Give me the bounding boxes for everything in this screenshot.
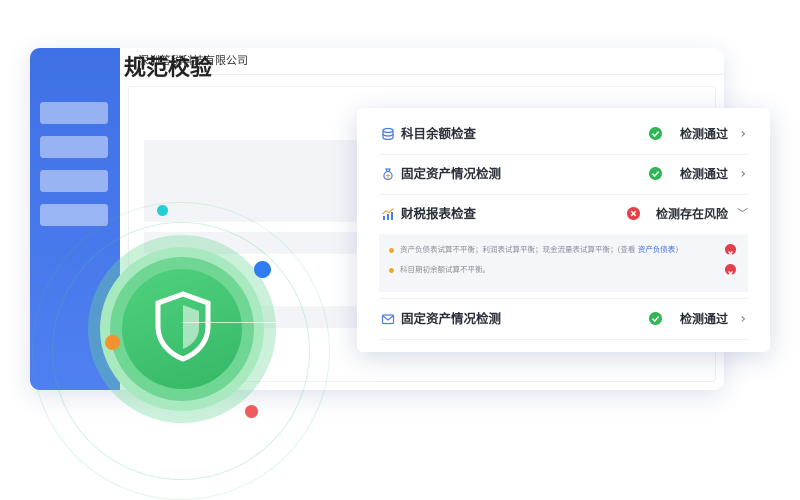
chevron-right-icon[interactable]: › [740, 299, 746, 339]
sidebar-item[interactable] [40, 204, 108, 226]
risk-detail-suffix: ) [675, 245, 679, 254]
check-status: 检测存在风险 [655, 207, 728, 221]
asset-bag-icon [383, 168, 393, 181]
page-title: 规范校验 [124, 56, 213, 81]
check-status: 检测通过 [679, 167, 728, 181]
check-status: 检测通过 [679, 312, 728, 326]
check-label: 固定资产情况检测 [401, 311, 502, 326]
check-pass-icon [649, 167, 662, 180]
envelope-icon [381, 314, 395, 325]
check-label: 固定资产情况检测 [401, 166, 502, 181]
close-icon[interactable] [725, 264, 736, 276]
check-row-balance[interactable]: 科目余额检查 检测通过 › [379, 114, 748, 155]
risk-detail-text: 科目期初余额试算不平衡。 [400, 265, 490, 274]
check-pass-icon [649, 312, 662, 325]
check-pass-icon [649, 127, 662, 140]
decor-dot [254, 261, 271, 278]
close-icon[interactable] [725, 244, 736, 256]
database-icon [382, 127, 394, 141]
balance-sheet-link[interactable]: 资产负债表 [638, 245, 676, 254]
chevron-down-icon[interactable]: ﹀ [737, 194, 748, 234]
risk-detail-line: 科目期初余额试算不平衡。 [389, 264, 490, 275]
bullet-icon [389, 247, 394, 253]
risk-detail-line: 资产负债表试算不平衡；利润表试算平衡；现金流量表试算平衡；(查看 资产负债表) [389, 244, 678, 255]
check-row-financial-reports[interactable]: 财税报表检查 检测存在风险 ﹀ [379, 194, 748, 234]
sidebar-item[interactable] [40, 102, 108, 124]
decor-dot [105, 335, 120, 350]
shield-icon [155, 291, 211, 362]
check-row-fixed-assets[interactable]: 固定资产情况检测 检测通过 › [379, 154, 748, 195]
bullet-icon [389, 267, 394, 273]
risk-details: 资产负债表试算不平衡；利润表试算平衡；现金流量表试算平衡；(查看 资产负债表) … [379, 234, 748, 292]
check-label: 财税报表检查 [401, 206, 477, 221]
check-risk-icon [627, 207, 640, 220]
chevron-right-icon[interactable]: › [740, 114, 746, 154]
check-results-panel: 科目余额检查 检测通过 › 固定资产情况检测 检测通过 › 财税报表检查 检测存… [357, 108, 770, 352]
check-status: 检测通过 [679, 127, 728, 141]
decor-dot [245, 405, 258, 418]
sidebar-item[interactable] [40, 136, 108, 158]
risk-detail-text: 资产负债表试算不平衡；利润表试算平衡；现金流量表试算平衡；(查看 [400, 245, 638, 254]
sidebar-item[interactable] [40, 170, 108, 192]
decor-dot [157, 205, 168, 216]
chart-icon [382, 208, 394, 220]
chevron-right-icon[interactable]: › [740, 154, 746, 194]
check-row-fixed-assets-2[interactable]: 固定资产情况检测 检测通过 › [379, 298, 748, 340]
check-label: 科目余额检查 [401, 126, 477, 141]
